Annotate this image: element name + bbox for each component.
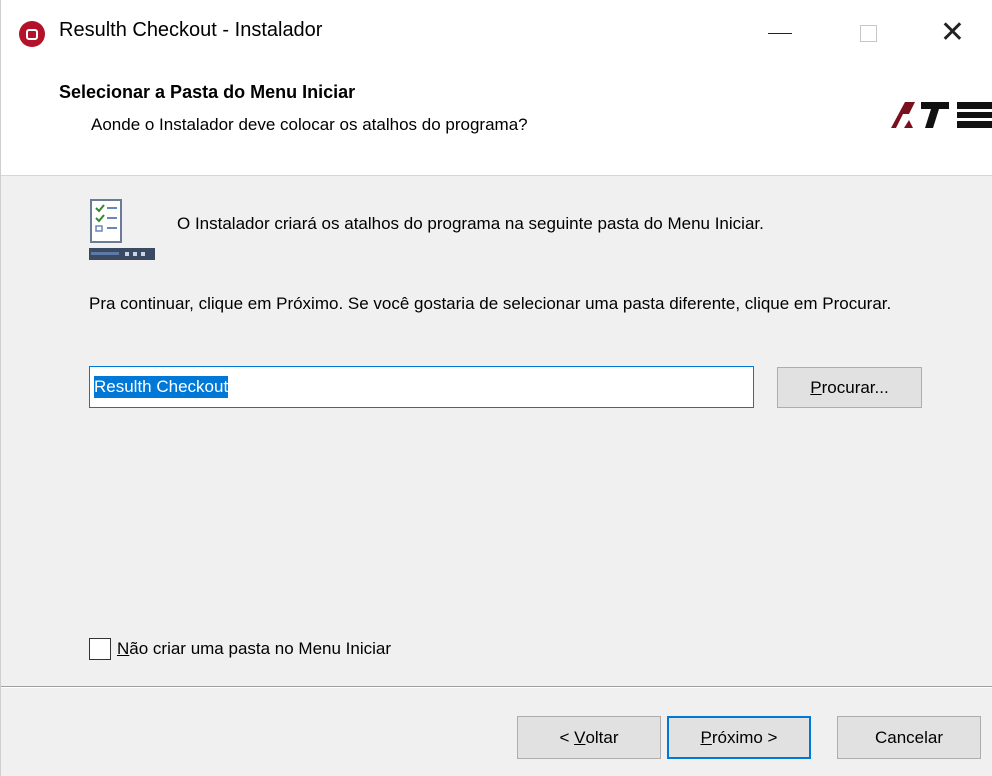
start-menu-folder-input[interactable]: Resulth Checkout [89,366,754,408]
back-label-accesskey: V [574,727,586,747]
back-button[interactable]: < Voltar [517,716,661,759]
no-folder-checkbox[interactable] [89,638,111,660]
minimize-button[interactable] [736,0,824,66]
start-menu-folder-icon [87,198,157,266]
minimize-icon [768,32,792,34]
ats-logo [891,98,992,138]
next-label-accesskey: P [700,727,712,747]
window-title: Resulth Checkout - Instalador [59,19,323,41]
continue-instructions: Pra continuar, clique em Próximo. Se voc… [89,294,892,313]
title-bar[interactable]: Resulth Checkout - Instalador ✕ [1,0,992,66]
cancel-button[interactable]: Cancelar [837,716,981,759]
footer-divider [1,686,992,688]
folder-input-value: Resulth Checkout [94,376,229,398]
app-icon [19,21,45,47]
page-subtitle: Aonde o Instalador deve colocar os atalh… [91,115,528,134]
close-button[interactable]: ✕ [912,0,992,66]
back-label-prefix: < [559,727,575,747]
browse-button[interactable]: Procurar... [777,367,922,408]
info-text: O Instalador criará os atalhos do progra… [177,214,764,233]
browse-label-accesskey: P [810,377,822,397]
no-folder-label: ão criar uma pasta no Menu Iniciar [129,639,392,658]
back-label: oltar [585,727,619,747]
installer-window: Resulth Checkout - Instalador ✕ Selecion… [0,0,992,776]
no-folder-label-accesskey: N [117,639,130,658]
page-title: Selecionar a Pasta do Menu Iniciar [59,82,356,102]
no-folder-option[interactable]: Não criar uma pasta no Menu Iniciar [89,638,391,660]
wizard-header: Selecionar a Pasta do Menu Iniciar Aonde… [1,66,992,176]
next-label: róximo > [711,727,778,747]
maximize-button[interactable] [824,0,912,66]
maximize-icon [859,24,877,42]
close-icon: ✕ [939,15,966,50]
next-button[interactable]: Próximo > [667,716,811,759]
browse-label: rocurar... [821,377,889,397]
